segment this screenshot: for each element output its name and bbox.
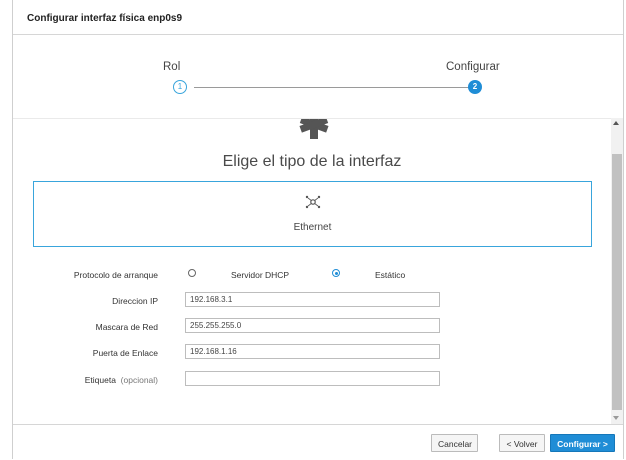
step-1-label: Rol [163, 61, 181, 73]
content-scrollbar[interactable] [611, 118, 623, 424]
dialog-header: Configurar interfaz física enp0s9 [13, 0, 623, 35]
static-radio-label[interactable]: Estático [375, 270, 405, 280]
configure-interface-dialog: Configurar interfaz física enp0s9 Rol Co… [12, 0, 624, 460]
stepper-line [194, 87, 474, 88]
configure-button[interactable]: Configurar > [550, 434, 615, 452]
ip-address-label: Direccion IP [112, 296, 158, 306]
boot-protocol-label: Protocolo de arranque [73, 270, 158, 280]
step-2-circle: 2 [468, 80, 482, 94]
scroll-up-arrow-icon[interactable] [613, 121, 619, 125]
network-icon [299, 119, 329, 139]
ethernet-option-card[interactable]: Ethernet [33, 181, 592, 247]
gateway-input[interactable] [185, 344, 440, 359]
scroll-down-arrow-icon[interactable] [613, 416, 619, 420]
ethernet-icon [305, 195, 321, 209]
step-1-circle[interactable]: 1 [173, 80, 187, 94]
dhcp-radio[interactable] [188, 269, 196, 277]
back-button[interactable]: < Volver [499, 434, 545, 452]
gateway-label: Puerta de Enlace [92, 348, 158, 358]
tag-label-text: Etiqueta [84, 375, 116, 385]
dhcp-radio-label[interactable]: Servidor DHCP [231, 270, 289, 280]
netmask-input[interactable] [185, 318, 440, 333]
tag-label: Etiqueta (opcional) [38, 375, 158, 385]
step-2-label: Configurar [446, 61, 500, 73]
cancel-button[interactable]: Cancelar [431, 434, 478, 452]
scroll-thumb[interactable] [612, 154, 622, 410]
dialog-content: Elige el tipo de la interfaz Ethernet Pr… [13, 118, 611, 425]
ethernet-label: Ethernet [293, 222, 332, 233]
tag-optional-hint: (opcional) [120, 375, 158, 385]
interface-type-heading: Elige el tipo de la interfaz [222, 153, 402, 170]
dialog-title: Configurar interfaz física enp0s9 [27, 13, 183, 24]
netmask-label: Mascara de Red [95, 322, 158, 332]
ip-address-input[interactable] [185, 292, 440, 307]
static-radio[interactable] [332, 269, 340, 277]
tag-input[interactable] [185, 371, 440, 386]
wizard-stepper: Rol Configurar 1 2 [13, 35, 623, 117]
dialog-footer: Cancelar < Volver Configurar > [13, 424, 623, 460]
